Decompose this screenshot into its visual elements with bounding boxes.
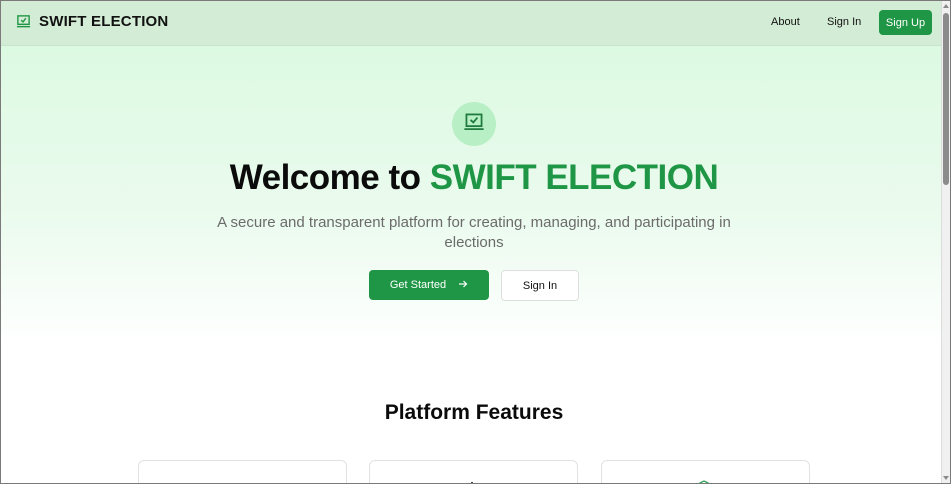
scroll-down-arrow-icon[interactable] xyxy=(943,476,949,480)
get-started-label: Get Started xyxy=(389,279,447,291)
scrollbar-thumb[interactable] xyxy=(943,13,949,185)
hero-title: Welcome to SWIFT ELECTION xyxy=(1,158,947,198)
shield-icon xyxy=(698,478,710,483)
feature-card xyxy=(369,460,578,483)
features-title: Platform Features xyxy=(384,401,564,424)
nav-signup-button[interactable]: Sign Up xyxy=(879,10,932,35)
browser-viewport: SWIFT ELECTION About Sign In Sign Up Wel… xyxy=(0,0,951,484)
scroll-up-arrow-icon[interactable] xyxy=(943,4,949,8)
feature-icon xyxy=(235,478,247,483)
hero-signin-button[interactable]: Sign In xyxy=(501,270,579,301)
page-scrollbar[interactable] xyxy=(941,1,950,483)
hero-title-prefix: Welcome to xyxy=(229,158,430,197)
nav-about-link[interactable]: About xyxy=(771,16,800,28)
feature-card xyxy=(601,460,810,483)
brand-name: SWIFT ELECTION xyxy=(39,13,169,30)
brand[interactable]: SWIFT ELECTION xyxy=(15,13,168,30)
arrow-right-icon xyxy=(458,279,468,292)
hero-title-accent: SWIFT ELECTION xyxy=(429,158,719,197)
hero-subtitle: A secure and transparent platform for cr… xyxy=(217,214,731,251)
feature-icon xyxy=(466,478,478,483)
hero-section: Welcome to SWIFT ELECTION A secure and t… xyxy=(1,46,942,346)
ballot-laptop-icon xyxy=(15,14,31,30)
nav-signin-link[interactable]: Sign In xyxy=(827,16,861,28)
ballot-laptop-icon xyxy=(463,111,485,138)
hero-badge xyxy=(452,102,496,146)
feature-card xyxy=(138,460,347,483)
get-started-button[interactable]: Get Started xyxy=(369,270,489,300)
top-navbar: SWIFT ELECTION About Sign In Sign Up xyxy=(1,1,942,46)
